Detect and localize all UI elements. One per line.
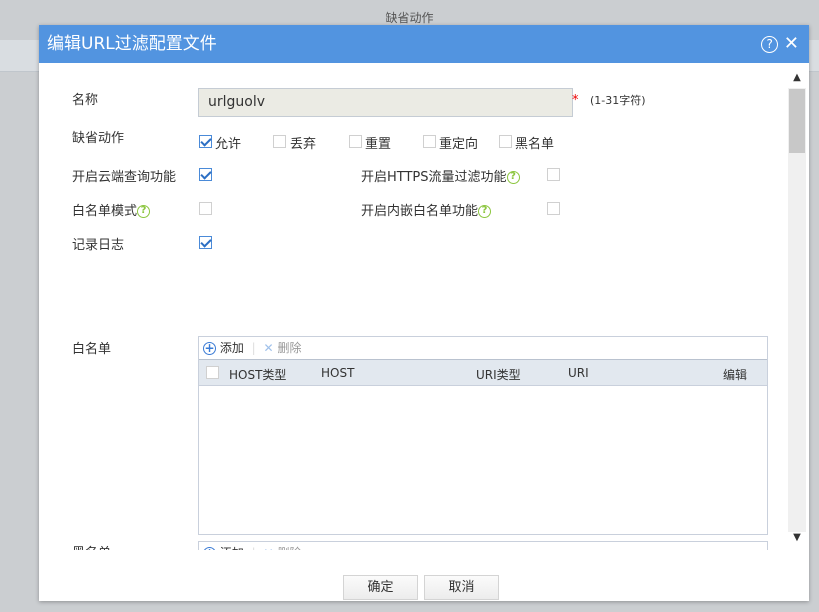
action-reset-checkbox[interactable] [349,135,362,148]
scroll-thumb[interactable] [789,89,805,153]
https-filter-label: 开启HTTPS流量过滤功能? [361,166,520,185]
dialog-body: 名称 urlguolv * (1-31字符) 缺省动作 允许 丢弃 重置 重定向… [39,63,809,550]
x-icon: ✕ [264,546,274,550]
action-redirect-label: 重定向 [439,137,479,152]
action-drop-checkbox[interactable] [273,135,286,148]
dialog-header: 编辑URL过滤配置文件 ? ✕ [39,25,809,63]
log-label: 记录日志 [72,238,125,253]
name-input[interactable]: urlguolv [198,88,573,117]
add-button[interactable]: + 添加 [203,341,244,355]
action-blacklist-label: 黑名单 [515,137,555,152]
whitelist-label: 白名单 [72,342,112,357]
dialog-title: 编辑URL过滤配置文件 [47,34,217,54]
ok-button[interactable]: 确定 [343,575,418,600]
cloud-query-checkbox[interactable] [199,168,212,181]
close-icon[interactable]: ✕ [784,33,799,54]
whitelist-header: HOST类型 HOST URI类型 URI 编辑 [199,360,767,386]
scroll-down-icon[interactable]: ▼ [788,532,806,548]
embedded-whitelist-checkbox[interactable] [547,202,560,215]
background-title: 缺省动作 [385,11,434,25]
help-icon[interactable]: ? [478,205,492,218]
col-host[interactable]: HOST [321,366,354,380]
action-allow-checkbox[interactable] [199,135,212,148]
whitelist-mode-label: 白名单模式? [72,200,151,219]
delete-button[interactable]: ✕ 删除 [264,341,302,355]
blacklist-grid: + 添加 | ✕ 删除 [198,541,768,550]
plus-circle-icon: + [203,547,216,550]
edit-url-filter-dialog: 编辑URL过滤配置文件 ? ✕ 名称 urlguolv * (1-31字符) 缺… [39,25,809,601]
x-icon: ✕ [263,341,274,355]
col-host-type[interactable]: HOST类型 [229,366,286,383]
col-edit[interactable]: 编辑 [723,366,747,383]
action-drop-label: 丢弃 [290,137,317,152]
action-allow-label: 允许 [215,137,242,152]
embedded-whitelist-label: 开启内嵌白名单功能? [361,200,492,219]
add-button[interactable]: + 添加 [203,546,244,550]
delete-button[interactable]: ✕ 删除 [264,546,302,550]
col-uri-type[interactable]: URI类型 [476,366,521,383]
help-icon[interactable]: ? [506,171,520,184]
required-mark: * [572,93,579,108]
https-filter-checkbox[interactable] [547,168,560,181]
scroll-up-icon[interactable]: ▲ [788,72,806,88]
cloud-query-label: 开启云端查询功能 [72,170,177,185]
action-redirect-checkbox[interactable] [423,135,436,148]
col-uri[interactable]: URI [568,366,589,380]
help-icon[interactable]: ? [761,35,779,53]
blacklist-toolbar: + 添加 | ✕ 删除 [199,542,767,550]
default-action-label: 缺省动作 [72,131,125,146]
whitelist-grid: + 添加 | ✕ 删除 HOST类型 HOST URI类型 URI 编辑 [198,336,768,535]
name-label: 名称 [72,93,99,108]
scrollbar[interactable]: ▲ ▼ [788,72,806,548]
action-reset-label: 重置 [365,137,392,152]
whitelist-toolbar: + 添加 | ✕ 删除 [199,337,767,360]
plus-circle-icon: + [203,341,216,355]
name-hint: (1-31字符) [590,94,646,107]
action-blacklist-checkbox[interactable] [499,135,512,148]
select-all-checkbox[interactable] [206,366,219,379]
log-checkbox[interactable] [199,236,212,249]
help-icon[interactable]: ? [137,205,151,218]
blacklist-label: 黑名单 [72,542,111,550]
cancel-button[interactable]: 取消 [424,575,499,600]
whitelist-mode-checkbox[interactable] [199,202,212,215]
